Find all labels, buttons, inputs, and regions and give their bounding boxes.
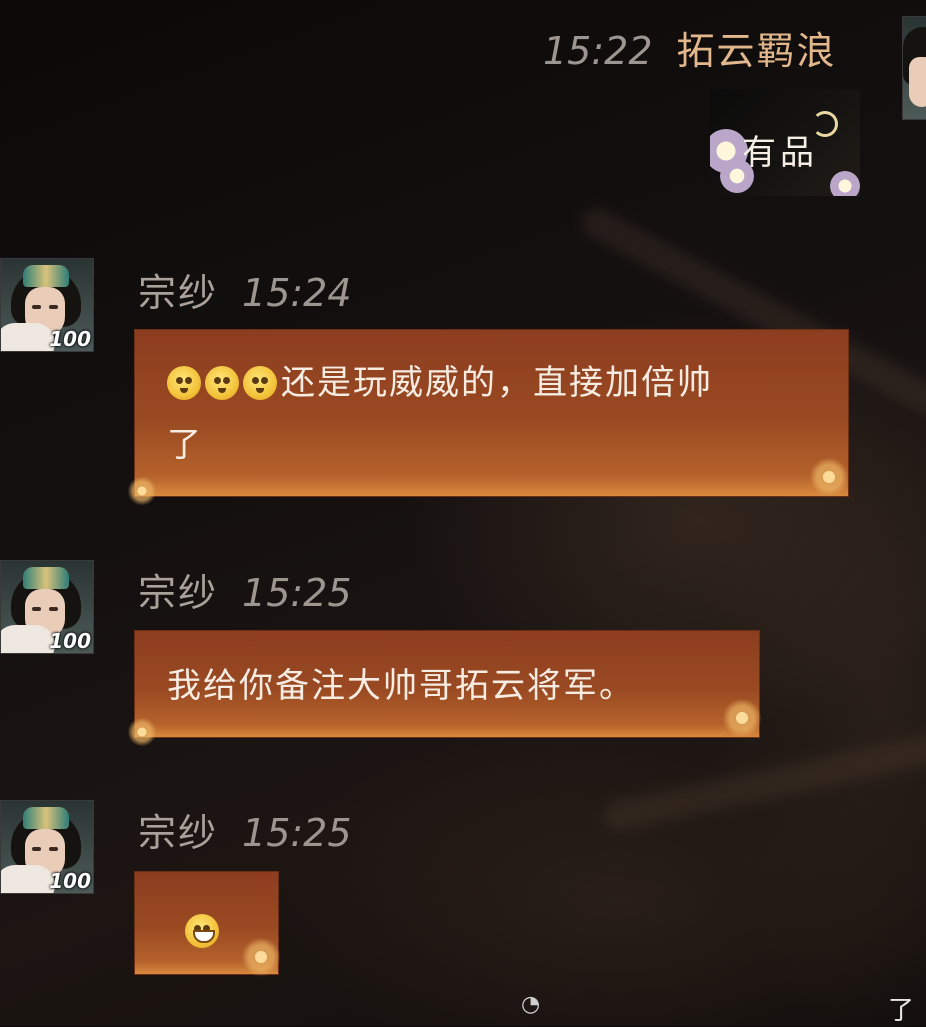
- message-text: 我给你备注大帅哥拓云将军。: [167, 666, 635, 706]
- self-sender-name[interactable]: 拓云羁浪: [677, 20, 837, 75]
- message-header: 宗纱 15:25: [138, 562, 352, 617]
- watermark-text: 了: [888, 996, 915, 1026]
- sender-name[interactable]: 宗纱: [138, 562, 218, 617]
- message-header: 宗纱 15:24: [138, 262, 352, 317]
- self-message-time: 15:22: [543, 29, 653, 73]
- sender-avatar[interactable]: 100: [0, 800, 94, 894]
- weibo-icon: ◔: [521, 992, 541, 1017]
- smile-emoji-icon: [167, 366, 201, 400]
- message-time: 15:24: [242, 271, 352, 315]
- sticker-message[interactable]: 有品: [710, 89, 860, 196]
- smile-emoji-icon: [205, 366, 239, 400]
- message-text-line-2: 了: [167, 425, 203, 465]
- grin-emoji-icon: [185, 914, 219, 948]
- message-bubble[interactable]: 还是玩威威的，直接加倍帅 了: [125, 329, 852, 508]
- avatar-level: 100: [49, 327, 91, 351]
- message-time: 15:25: [242, 811, 352, 855]
- emoji-message-bubble[interactable]: [134, 871, 284, 980]
- message-time: 15:25: [242, 571, 352, 615]
- self-message-header: 15:22 拓云羁浪: [543, 20, 837, 75]
- sender-name[interactable]: 宗纱: [138, 262, 218, 317]
- message-header: 宗纱 15:25: [138, 802, 352, 857]
- message-text: 还是玩威威的，直接加倍帅: [281, 363, 713, 403]
- message-bubble[interactable]: 我给你备注大帅哥拓云将军。: [125, 630, 765, 749]
- sticker-text: 有品: [742, 133, 818, 173]
- sender-name[interactable]: 宗纱: [138, 802, 218, 857]
- flower-decoration: [125, 474, 159, 508]
- avatar-level: 100: [49, 629, 91, 653]
- sender-avatar[interactable]: 100: [0, 560, 94, 654]
- message-text-line: 还是玩威威的，直接加倍帅: [167, 352, 818, 414]
- flower-decoration: [125, 715, 159, 749]
- sender-avatar[interactable]: 100: [0, 258, 94, 352]
- smile-emoji-icon: [243, 366, 277, 400]
- self-avatar[interactable]: [902, 16, 926, 120]
- flower-decoration: [238, 934, 284, 980]
- avatar-level: 100: [49, 869, 91, 893]
